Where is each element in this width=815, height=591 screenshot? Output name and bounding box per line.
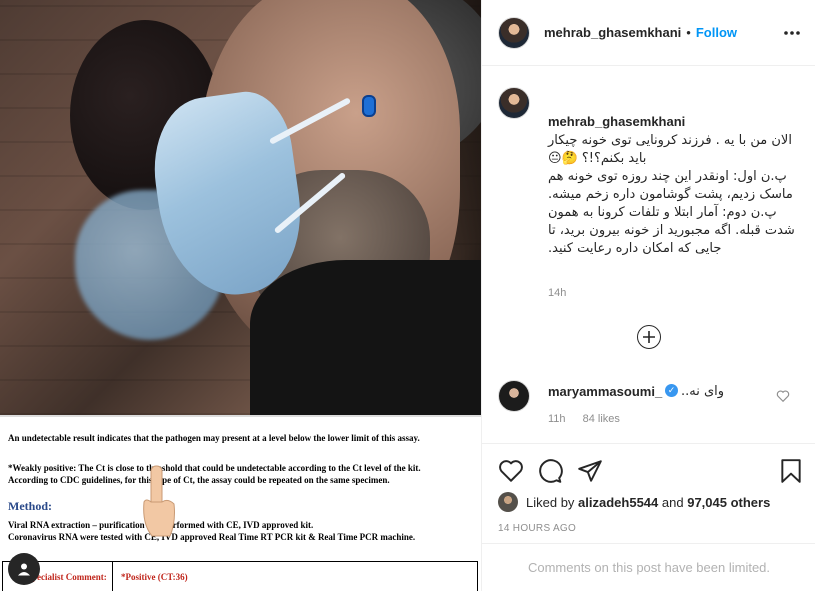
liked-by-user[interactable]: alizadeh5544 — [578, 495, 658, 510]
report-line: An undetectable result indicates that th… — [8, 433, 420, 443]
caption-body: الان من با یه . فرزند کرونایی توی خونه چ… — [548, 133, 795, 256]
caption-avatar[interactable] — [498, 87, 530, 119]
liked-by-others[interactable]: 97,045 others — [687, 495, 770, 510]
heart-icon[interactable] — [776, 389, 790, 403]
post-caption: mehrab_ghasemkhani الان من با یه . فرزند… — [548, 95, 800, 258]
more-horizontal-icon[interactable] — [782, 24, 802, 42]
heart-icon[interactable] — [498, 458, 524, 484]
liker-avatar — [498, 492, 518, 512]
post-timestamp[interactable]: 14 HOURS AGO — [498, 523, 576, 534]
report-line: *Weakly positive: The Ct is close to thr… — [8, 463, 421, 473]
bookmark-icon[interactable] — [778, 458, 804, 484]
report-method-heading: Method: — [8, 499, 52, 513]
caption-timestamp[interactable]: 14h — [548, 287, 566, 299]
load-more-comments-button[interactable] — [637, 325, 661, 349]
caption-username[interactable]: mehrab_ghasemkhani — [548, 114, 685, 129]
comment-likes[interactable]: 84 likes — [583, 413, 620, 425]
separator-dot: • — [686, 25, 691, 40]
comment-icon[interactable] — [537, 458, 563, 484]
tagged-users-button[interactable] — [8, 553, 40, 585]
comment-time[interactable]: 11h — [548, 413, 566, 425]
user-icon — [18, 563, 30, 576]
post-sidebar: mehrab_ghasemkhani • Follow mehrab_ghase… — [481, 0, 815, 591]
commenter-username[interactable]: maryammasoumi_ — [548, 384, 662, 399]
plus-circle-icon — [643, 331, 655, 343]
post-actions — [482, 443, 815, 497]
comment-meta: 11h 84 likes — [548, 413, 634, 425]
liked-by-prefix: Liked by — [526, 494, 575, 510]
likes-summary: Liked by alizadeh5544 and 97,045 others — [498, 492, 770, 512]
comment-text: وای نه.. — [681, 384, 725, 399]
verified-badge-icon: ✓ — [665, 384, 678, 397]
earbud — [362, 95, 376, 117]
share-icon[interactable] — [577, 458, 603, 484]
avatar[interactable] — [498, 16, 530, 49]
report-line: Coronavirus RNA were tested with CE, IVD… — [8, 532, 416, 542]
username-link[interactable]: mehrab_ghasemkhani — [544, 25, 681, 40]
follow-button[interactable]: Follow — [696, 25, 737, 40]
report-cell-result: *Positive (CT:36) — [121, 572, 188, 582]
report-line: According to CDC guidelines, for this ty… — [8, 475, 390, 485]
lab-report: An undetectable result indicates that th… — [0, 415, 481, 591]
post-header: mehrab_ghasemkhani • Follow — [482, 0, 815, 66]
comments-limited-notice: Comments on this post have been limited. — [482, 543, 815, 591]
post-image[interactable]: An undetectable result indicates that th… — [0, 0, 481, 591]
report-comment-table: Specialist Comment: *Positive (CT:36) — [2, 561, 478, 591]
pointing-hand-icon — [143, 465, 175, 537]
liked-by-and: and — [661, 494, 684, 510]
commenter-avatar[interactable] — [498, 380, 530, 412]
shirt — [250, 260, 481, 420]
